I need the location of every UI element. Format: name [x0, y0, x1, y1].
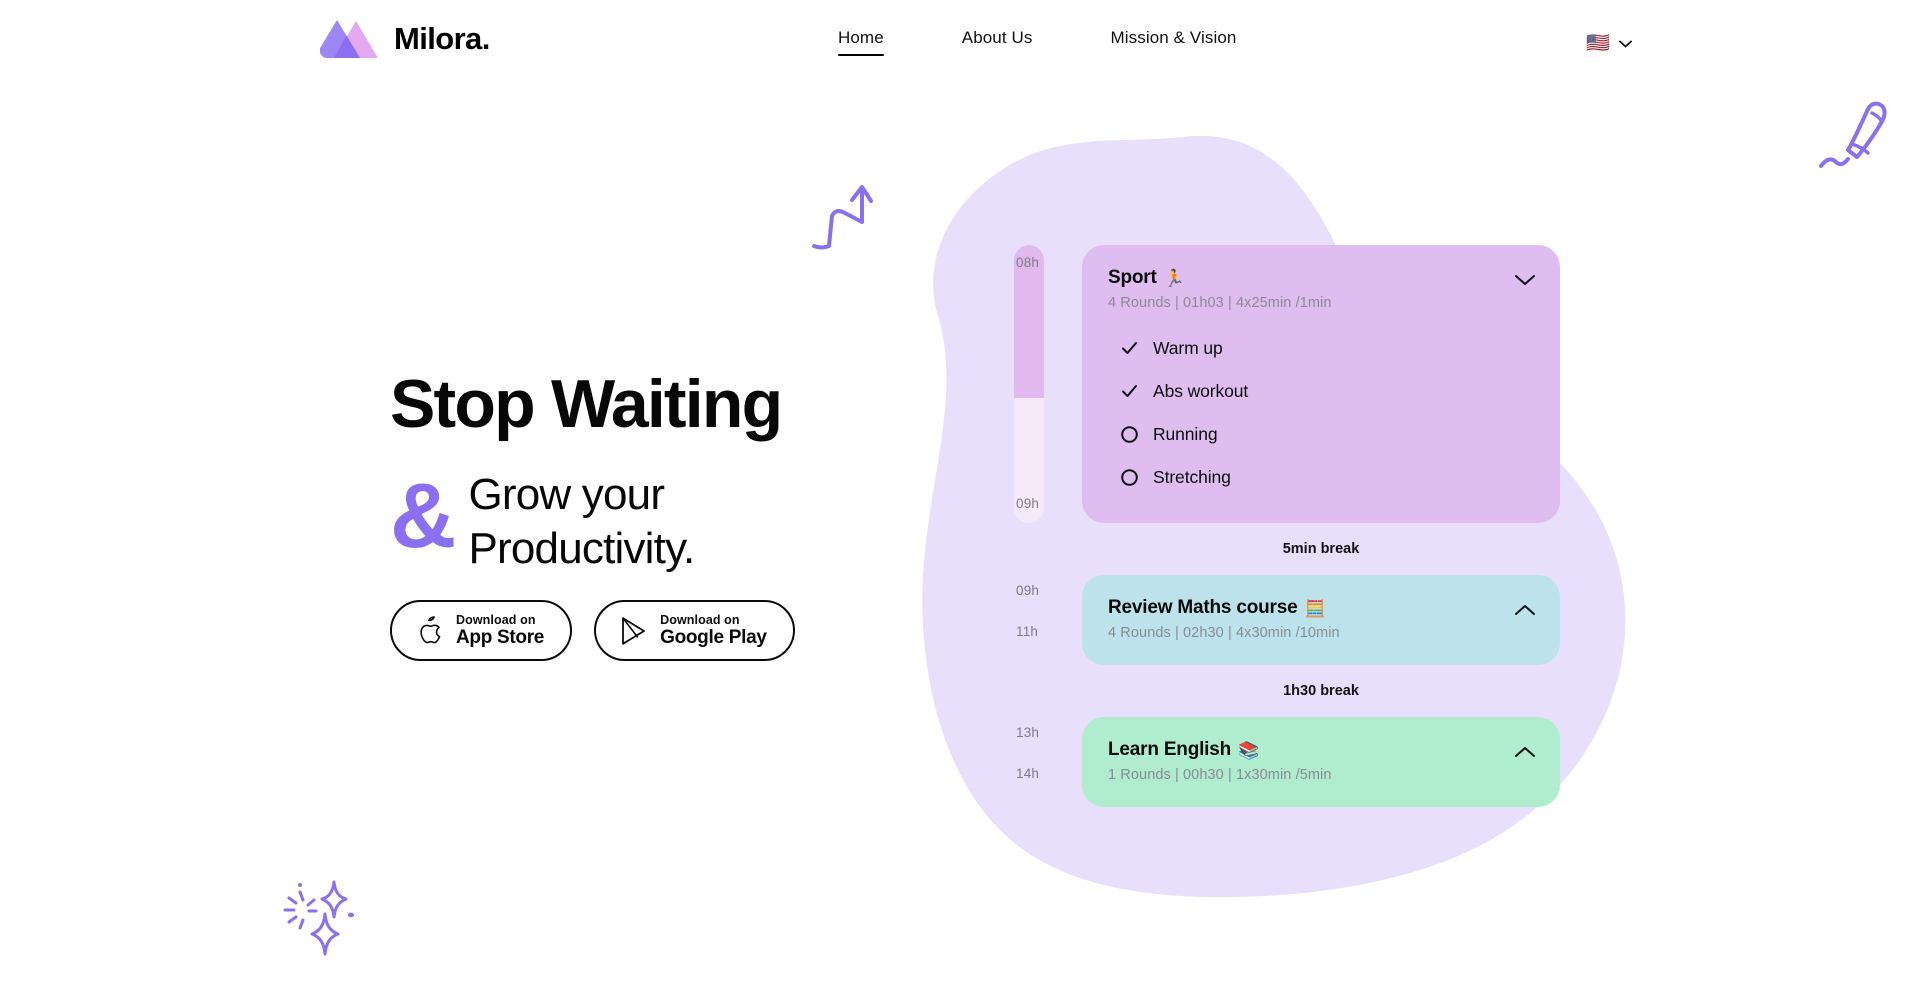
- maths-card-title: Review Maths course 🧮: [1108, 597, 1534, 619]
- task-label: Running: [1153, 424, 1218, 444]
- google-play-big-label: Google Play: [660, 627, 767, 648]
- time-label-sport-start: 08h: [1016, 255, 1040, 270]
- schedule-card-sport[interactable]: Sport 🏃 4 Rounds | 01h03 | 4x25min /1min…: [1082, 245, 1560, 523]
- time-gutter-english: 13h 14h: [1000, 717, 1082, 807]
- sport-task-list: Warm up Abs workout Running Stretching: [1108, 327, 1534, 499]
- growth-arrow-doodle: [812, 185, 873, 250]
- brand-logo-link[interactable]: Milora.: [320, 18, 490, 58]
- hero-subtitle-line-2: Productivity.: [468, 523, 695, 573]
- task-item[interactable]: Running: [1108, 413, 1534, 456]
- time-gutter-maths: 09h 11h: [1000, 575, 1082, 665]
- schedule-row-english: 13h 14h Learn English 📚 1 Rounds | 00h30…: [1000, 717, 1560, 807]
- google-play-icon: [622, 616, 645, 645]
- app-store-big-label: App Store: [456, 627, 545, 648]
- english-card-meta: 1 Rounds | 00h30 | 1x30min /5min: [1108, 767, 1332, 783]
- abacus-emoji-icon: 🧮: [1304, 598, 1326, 618]
- break-label-1: 5min break: [1282, 541, 1360, 557]
- circle-empty-icon: [1121, 469, 1138, 486]
- google-play-button[interactable]: Download on Google Play: [594, 600, 795, 662]
- hero-subtitle-text: Grow your Productivity.: [468, 462, 695, 575]
- schedule-card-english[interactable]: Learn English 📚 1 Rounds | 00h30 | 1x30m…: [1082, 717, 1560, 807]
- maths-card-meta: 4 Rounds | 02h30 | 4x30min /10min: [1108, 625, 1340, 641]
- schedule-illustration: 08h 09h Sport 🏃 4 Rounds | 01h03 | 4x25m…: [920, 120, 1640, 920]
- sport-card-meta: 4 Rounds | 01h03 | 4x25min /1min: [1108, 295, 1332, 311]
- schedule-row-sport: 08h 09h Sport 🏃 4 Rounds | 01h03 | 4x25m…: [1000, 245, 1560, 523]
- app-store-button[interactable]: Download on App Store: [390, 600, 573, 662]
- time-label-english-end: 14h: [1016, 766, 1040, 781]
- task-label: Stretching: [1153, 467, 1231, 487]
- main-nav: Home About Us Mission & Vision: [838, 28, 1237, 56]
- schedule-list: 08h 09h Sport 🏃 4 Rounds | 01h03 | 4x25m…: [1000, 245, 1560, 807]
- task-item[interactable]: Warm up: [1108, 327, 1534, 370]
- chevron-down-icon: [1619, 40, 1632, 47]
- task-label: Abs workout: [1153, 381, 1249, 401]
- language-selector[interactable]: 🇺🇸: [1586, 34, 1632, 53]
- time-label-sport-end: 09h: [1016, 496, 1040, 511]
- brand-name: Milora.: [394, 20, 490, 56]
- books-emoji-icon: 📚: [1238, 740, 1260, 760]
- maths-title-text: Review Maths course: [1108, 597, 1298, 618]
- time-gutter-sport: 08h 09h: [1000, 245, 1082, 523]
- check-icon: [1122, 385, 1137, 397]
- break-label-2: 1h30 break: [1283, 683, 1359, 699]
- app-store-small-label: Download on: [456, 613, 536, 627]
- store-buttons-row: Download on App Store Download on Google…: [390, 600, 795, 662]
- runner-emoji-icon: 🏃: [1163, 268, 1185, 288]
- sport-progress-track: [1014, 245, 1044, 523]
- nav-item-mission-vision[interactable]: Mission & Vision: [1110, 28, 1236, 56]
- circle-empty-icon: [1121, 426, 1138, 443]
- google-play-small-label: Download on: [660, 613, 740, 627]
- chevron-down-icon[interactable]: [1514, 273, 1536, 287]
- task-item[interactable]: Abs workout: [1108, 370, 1534, 413]
- sport-card-title: Sport 🏃: [1108, 267, 1534, 289]
- english-card-title: Learn English 📚: [1108, 739, 1534, 761]
- chevron-up-icon[interactable]: [1514, 745, 1536, 759]
- check-icon: [1122, 342, 1137, 354]
- schedule-row-maths: 09h 11h Review Maths course 🧮 4 Rounds |…: [1000, 575, 1560, 665]
- time-label-maths-start: 09h: [1016, 583, 1040, 598]
- schedule-card-maths[interactable]: Review Maths course 🧮 4 Rounds | 02h30 |…: [1082, 575, 1560, 665]
- hero-subtitle-line-1: Grow your: [468, 470, 665, 519]
- time-label-maths-end: 11h: [1016, 624, 1039, 639]
- site-header: Milora. Home About Us Mission & Vision 🇺…: [0, 0, 1920, 86]
- apple-logo-icon: [420, 615, 441, 644]
- nav-item-home[interactable]: Home: [838, 28, 884, 56]
- mountain-logo-icon: [320, 20, 378, 58]
- task-label: Warm up: [1153, 338, 1223, 358]
- ampersand-accent: &: [390, 465, 456, 567]
- nav-item-about-us[interactable]: About Us: [962, 28, 1033, 56]
- english-title-text: Learn English: [1108, 739, 1232, 760]
- us-flag-icon: 🇺🇸: [1586, 33, 1610, 54]
- sparkle-doodle: [283, 880, 355, 956]
- time-label-english-start: 13h: [1016, 725, 1040, 740]
- chevron-up-icon[interactable]: [1514, 603, 1536, 617]
- pencil-doodle: [1819, 101, 1887, 168]
- task-item[interactable]: Stretching: [1108, 456, 1534, 499]
- sport-title-text: Sport: [1108, 267, 1157, 288]
